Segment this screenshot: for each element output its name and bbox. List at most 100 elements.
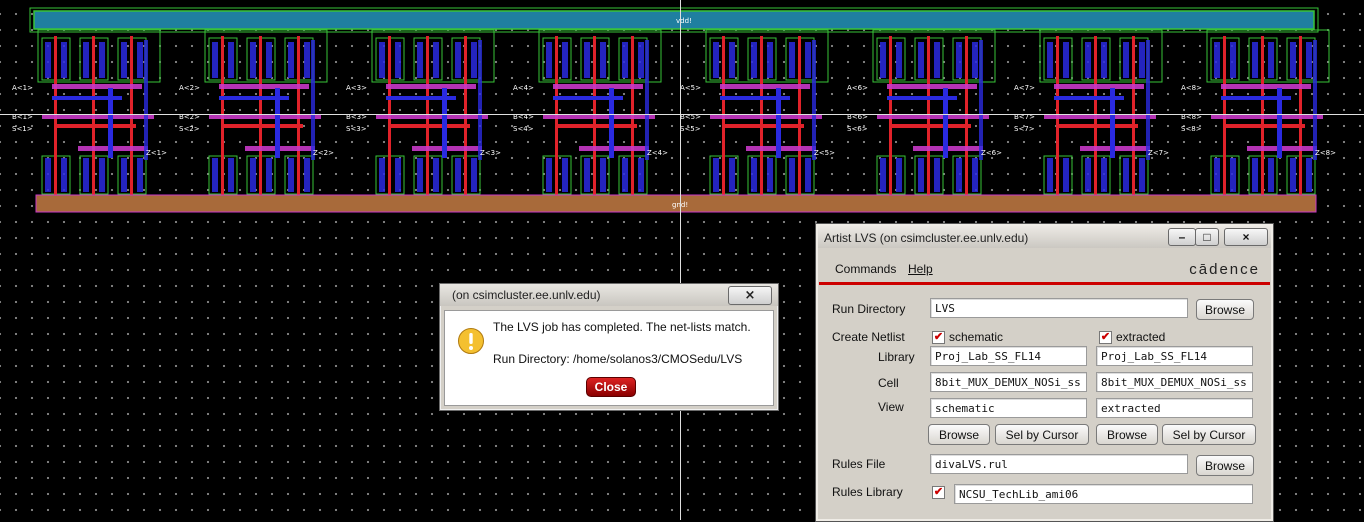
close-button[interactable]: Close — [586, 377, 636, 397]
close-window-icon[interactable]: × — [1224, 228, 1268, 246]
metal1-contact — [934, 158, 940, 192]
pin-label-a: A<5> — [680, 84, 701, 92]
metal1-contact — [896, 42, 902, 78]
pin-label-z: Z<4> — [647, 149, 668, 157]
metal1-contact — [417, 42, 423, 78]
metal1-contact — [1214, 158, 1220, 192]
metal1-contact — [45, 158, 51, 192]
select-route — [386, 84, 476, 89]
minimize-icon[interactable]: – — [1168, 228, 1196, 246]
vdd-rail[interactable] — [33, 10, 1315, 30]
metal1-contact — [433, 42, 439, 78]
metal1-contact — [1047, 42, 1053, 78]
pin-label-s: S<1> — [12, 125, 33, 133]
metal1-contact — [99, 42, 105, 78]
extracted-sel-by-cursor-button[interactable]: Sel by Cursor — [1162, 424, 1256, 445]
metal1-contact — [546, 42, 552, 78]
metal1-contact — [1306, 42, 1312, 78]
extracted-library-input[interactable]: Proj_Lab_SS_FL14 — [1096, 346, 1253, 366]
metal1-contact — [562, 42, 568, 78]
layout-canvas[interactable]: A<1>B<1>S<1>Z<1>A<2>B<2>S<2>Z<2>A<3>B<3>… — [0, 0, 1364, 230]
poly-route — [557, 124, 637, 128]
metal1-contact — [1252, 158, 1258, 192]
run-directory-browse-button[interactable]: Browse — [1196, 299, 1254, 320]
pin-label-a: A<4> — [513, 84, 534, 92]
rules-file-input[interactable]: divaLVS.rul — [930, 454, 1188, 474]
metal1-contact — [121, 158, 127, 192]
metal1-contact — [1101, 158, 1107, 192]
metal1-contact — [1123, 42, 1129, 78]
metal1-contact — [1268, 42, 1274, 78]
rules-library-label: Rules Library — [832, 485, 903, 499]
schematic-checkbox[interactable]: ✔ — [932, 331, 945, 344]
metal1-contact — [395, 158, 401, 192]
run-directory-input[interactable]: LVS — [930, 298, 1188, 318]
metal1-route — [478, 40, 482, 160]
pin-label-z: Z<6> — [981, 149, 1002, 157]
metal1-contact — [83, 158, 89, 192]
rules-library-input[interactable]: NCSU_TechLib_ami06 — [954, 484, 1253, 504]
metal1-route — [1313, 40, 1317, 160]
schematic-cell-input[interactable]: 8bit_MUX_DEMUX_NOSi_ss — [930, 372, 1087, 392]
metal1-contact — [1306, 158, 1312, 192]
metal1-contact — [729, 42, 735, 78]
metal1-contact — [1214, 42, 1220, 78]
metal1-contact — [1139, 158, 1145, 192]
pin-label-s: S<5> — [680, 125, 701, 133]
metal1-contact — [638, 158, 644, 192]
metal1-contact — [584, 42, 590, 78]
artist-lvs-window: Artist LVS (on csimcluster.ee.unlv.edu) … — [815, 223, 1274, 522]
select-route — [553, 84, 643, 89]
metal1-contact — [266, 42, 272, 78]
metal1-contact — [1123, 158, 1129, 192]
schematic-browse-button[interactable]: Browse — [928, 424, 990, 445]
metal1-contact — [471, 158, 477, 192]
metal1-contact — [896, 158, 902, 192]
metal1-contact — [121, 42, 127, 78]
metal1-contact — [584, 158, 590, 192]
select-route — [887, 84, 977, 89]
metal1-contact — [137, 158, 143, 192]
metal1-contact — [972, 42, 978, 78]
metal1-contact — [789, 42, 795, 78]
menu-commands[interactable]: Commands — [835, 262, 896, 276]
metal1-contact — [546, 158, 552, 192]
extracted-browse-button[interactable]: Browse — [1096, 424, 1158, 445]
extracted-checkbox[interactable]: ✔ — [1099, 331, 1112, 344]
extracted-cell-input[interactable]: 8bit_MUX_DEMUX_NOSi_ss — [1096, 372, 1253, 392]
metal1-contact — [45, 42, 51, 78]
dialog-body: The LVS job has completed. The net-lists… — [444, 310, 774, 406]
extracted-view-input[interactable]: extracted — [1096, 398, 1253, 418]
pin-label-z: Z<8> — [1315, 149, 1336, 157]
maximize-icon[interactable]: □ — [1195, 228, 1219, 246]
metal1-contact — [1063, 158, 1069, 192]
pin-label-z: Z<3> — [480, 149, 501, 157]
lvs-titlebar[interactable]: Artist LVS (on csimcluster.ee.unlv.edu) … — [818, 226, 1271, 248]
metal1-contact — [600, 158, 606, 192]
menu-help[interactable]: Help — [908, 262, 933, 276]
rules-file-browse-button[interactable]: Browse — [1196, 455, 1254, 476]
select-route — [720, 84, 810, 89]
metal1-contact — [934, 42, 940, 78]
schematic-library-input[interactable]: Proj_Lab_SS_FL14 — [930, 346, 1087, 366]
cadence-logo: cādence — [1189, 261, 1260, 278]
metal1-route — [144, 40, 148, 160]
pin-label-z: Z<1> — [146, 149, 167, 157]
dialog-close-icon[interactable]: × — [728, 286, 772, 305]
pin-label-s: S<2> — [179, 125, 200, 133]
lvs-window-title: Artist LVS (on csimcluster.ee.unlv.edu) — [824, 231, 1029, 245]
schematic-sel-by-cursor-button[interactable]: Sel by Cursor — [995, 424, 1089, 445]
pin-label-a: A<7> — [1014, 84, 1035, 92]
run-directory-label: Run Directory — [832, 302, 906, 316]
metal1-contact — [228, 158, 234, 192]
schematic-view-input[interactable]: schematic — [930, 398, 1087, 418]
pin-label-a: A<6> — [847, 84, 868, 92]
metal1-contact — [455, 158, 461, 192]
metal1-contact — [1085, 42, 1091, 78]
rules-library-checkbox[interactable]: ✔ — [932, 486, 945, 499]
metal1-contact — [99, 158, 105, 192]
metal1-contact — [61, 158, 67, 192]
metal1-contact — [304, 158, 310, 192]
metal1-contact — [956, 158, 962, 192]
poly-route — [1225, 124, 1305, 128]
